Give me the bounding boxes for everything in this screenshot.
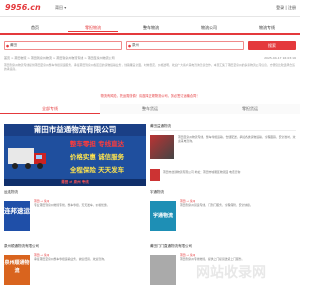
location-pin-icon: ●	[128, 44, 132, 48]
right-list-item[interactable]: 莆田至泉州物流专线，整车零担运输，仓储配送，承接各类货物运输，全程跟踪，安全准时…	[150, 133, 296, 167]
from-input[interactable]	[5, 42, 121, 49]
login-register-link[interactable]: 登录 | 注册	[276, 5, 296, 11]
right-mini-text: 莆田市益通物流有限公司 地址：莆田市城厢区物流园 电话咨询	[163, 170, 241, 174]
tab-lines[interactable]: 物流专线	[242, 25, 292, 31]
tab-companies[interactable]: 物流公司	[184, 25, 234, 31]
section-title[interactable]: 宇通物流	[150, 190, 164, 195]
listing-text: 莆田 → 泉州 莆田到泉州专线物流，提供上门提货送货上门服务。	[180, 253, 292, 261]
publish-date: 2025-04-17 16:03:16	[264, 56, 296, 60]
slogan-line-1: 整车零担 专线直达	[69, 140, 125, 148]
site-logo[interactable]: 9956.cn	[5, 3, 41, 12]
section-title[interactable]: 运连物流	[4, 190, 18, 195]
right-mini-item[interactable]: 莆田市益通物流有限公司 地址：莆田市城厢区物流园 电话咨询	[150, 169, 296, 185]
company-thumbnail[interactable]	[150, 135, 174, 159]
tab-full-truck[interactable]: 整车货运	[100, 104, 200, 114]
search-button[interactable]: 搜索	[248, 41, 296, 50]
from-field[interactable]: ●	[4, 41, 122, 50]
city-selector[interactable]: 莆田 ▾	[55, 5, 66, 11]
page-description: 莆田到泉州物流专线提供莆田至泉州整车零担货运服务，承接莆田到泉州各区县的货物运输…	[4, 63, 295, 72]
tab-less-truck[interactable]: 零担货运	[200, 104, 300, 114]
line-type-tabs: 全部专线 整车货运 零担货运	[0, 104, 300, 114]
banner-slogan: 整车零担 专线直达 价格实惠 诚信服务 全程保险 天天发车	[50, 138, 144, 180]
listing-summary: 专业莆田到泉州物流专线，整车零担，天天发车，价格优惠。	[34, 203, 110, 208]
listing-summary: 承接莆田至泉州整车零担运输业务，诚信经营，欢迎咨询。	[34, 257, 107, 262]
listing-image[interactable]	[150, 255, 176, 285]
tab-zhengche[interactable]: 整车物流	[126, 25, 176, 31]
right-heading-text[interactable]: 莆田益通物流	[150, 124, 171, 128]
breadcrumb-path[interactable]: 首页 > 莆田物流 > 莆田到泉州物流 > 莆田到泉州物流专线 > 莆田至泉州物…	[4, 56, 115, 60]
tab-home[interactable]: 首页	[10, 25, 60, 31]
banner-title: 莆田市益通物流有限公司	[4, 124, 146, 136]
listing-summary: 莆田到泉州货运专线，门到门服务，全程保险，安全快捷。	[180, 203, 253, 208]
right-item-text: 莆田至泉州物流专线，整车零担运输，仓储配送，承接各类货物运输，全程跟踪，安全准时…	[178, 135, 296, 143]
company-banner[interactable]: 莆田市益通物流有限公司 整车零担 专线直达 价格实惠 诚信服务 全程保险 天天发…	[4, 124, 146, 186]
listing-image[interactable]: 泉州顺通物流	[4, 255, 30, 285]
top-bar: 9956.cn 莆田 ▾ 登录 | 注册	[0, 0, 300, 17]
to-input[interactable]	[127, 42, 243, 49]
slogan-line-3: 全程保险 天天发车	[69, 166, 125, 174]
mini-thumbnail	[150, 169, 160, 181]
watermark: 网站收录网	[196, 265, 266, 281]
listing-card[interactable]: 宇通物流 莆田 → 泉州 莆田到泉州货运专线，门到门服务，全程保险，安全快捷。	[150, 197, 294, 239]
tab-lingdan[interactable]: 零担物流	[68, 25, 118, 32]
to-field[interactable]: ●	[126, 41, 244, 50]
listing-card[interactable]: 连邦速运 莆田 → 泉州 专业莆田到泉州物流专线，整车零担，天天发车，价格优惠。	[4, 197, 148, 239]
section-title[interactable]: 泉州顺通物流有限公司	[4, 244, 39, 249]
right-list-heading: 莆田益通物流	[150, 124, 296, 131]
listing-summary: 莆田到泉州专线物流，提供上门提货送货上门服务。	[180, 257, 245, 262]
slogan-line-2: 价格实惠 诚信服务	[69, 153, 125, 161]
truck-icon	[8, 148, 46, 169]
location-pin-icon: ●	[6, 44, 10, 48]
section-title[interactable]: 莆田门门直通物流有限公司	[150, 244, 192, 249]
route-search: ● ● 搜索	[4, 41, 296, 51]
listing-text: 莆田 → 泉州 承接莆田至泉州整车零担运输业务，诚信经营，欢迎咨询。	[34, 253, 146, 261]
risk-notice: 物流有风险，托运需谨慎！请选择正规物流公司，务必签订运输合同！	[100, 94, 200, 98]
listing-image[interactable]: 连邦速运	[4, 201, 30, 231]
listing-text: 莆田 → 泉州 莆田到泉州货运专线，门到门服务，全程保险，安全快捷。	[180, 199, 292, 207]
listing-image[interactable]: 宇通物流	[150, 201, 176, 231]
listing-text: 莆田 → 泉州 专业莆田到泉州物流专线，整车零担，天天发车，价格优惠。	[34, 199, 146, 207]
listing-card[interactable]: 泉州顺通物流 莆田 → 泉州 承接莆田至泉州整车零担运输业务，诚信经营，欢迎咨询…	[4, 251, 148, 293]
listing-image-label: 连邦速运	[4, 207, 30, 215]
main-nav: 首页 零担物流 整车物流 物流公司 物流专线	[0, 22, 300, 35]
breadcrumb: 首页 > 莆田物流 > 莆田到泉州物流 > 莆田到泉州物流专线 > 莆田至泉州物…	[4, 56, 296, 60]
tab-all-lines[interactable]: 全部专线	[0, 104, 100, 114]
banner-footer: 莆田 ⇄ 泉州 专线	[4, 179, 146, 186]
